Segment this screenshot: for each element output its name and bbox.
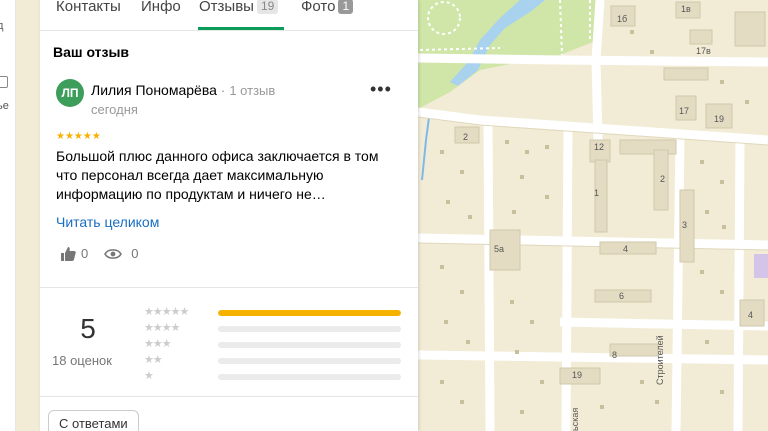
view-count: 0 <box>131 246 139 261</box>
building-number: 1 <box>594 188 599 198</box>
street-label: ьская <box>570 408 580 431</box>
author-name[interactable]: Лилия Пономарёва <box>91 82 217 98</box>
building-number: 1в <box>681 4 691 14</box>
sidebar-fragment-icon <box>0 76 8 88</box>
like-count: 0 <box>81 246 89 261</box>
building-number: 8 <box>612 350 617 360</box>
like-button[interactable]: 0 <box>60 246 88 261</box>
tab-count-badge: 19 <box>256 0 279 14</box>
rating-row-bar <box>218 326 401 332</box>
read-more-link[interactable]: Читать целиком <box>56 214 159 230</box>
rating-score: 5 <box>80 313 96 344</box>
rating-count: 18 оценок <box>52 353 112 368</box>
street-label: Строителей <box>655 335 665 385</box>
app-sidebar-edge: д ье <box>0 0 16 431</box>
reviews-panel: Контакты Инфо Отзывы 19 Фото 1 Ваш отзыв Л… <box>40 0 418 431</box>
tab-label: Инфо <box>141 0 181 15</box>
tab-label: Фото <box>301 0 336 15</box>
rating-row-stars: ★★★ <box>144 338 172 350</box>
building-number: 6 <box>619 291 624 301</box>
more-dots-icon[interactable]: ••• <box>370 80 392 98</box>
building-number: 3 <box>682 220 687 230</box>
rating-row-bar <box>218 358 401 364</box>
tab-label: Отзывы <box>199 0 254 15</box>
tab-bar: Контакты Инфо Отзывы 19 Фото 1 <box>40 0 418 31</box>
separator-dot: · <box>220 82 226 98</box>
rating-row-stars: ★★★★ <box>144 322 180 334</box>
divider <box>40 396 418 397</box>
rating-row-stars: ★ <box>144 370 154 382</box>
tab-count-badge: 1 <box>338 0 354 14</box>
tab-label: Контакты <box>56 0 121 15</box>
map-special-building <box>754 254 768 278</box>
rating-row-fill <box>218 310 401 316</box>
divider <box>40 287 418 288</box>
sidebar-fragment: д <box>0 20 3 32</box>
eye-icon <box>104 248 123 259</box>
building-number: 4 <box>748 310 753 320</box>
review-rating-stars: ★★★★★ <box>56 131 101 142</box>
tab-contacts[interactable]: Контакты <box>56 0 121 17</box>
thumbs-up-icon <box>61 246 76 261</box>
building-number: 17в <box>696 46 711 56</box>
review-author: Лилия Пономарёва · 1 отзыв <box>91 82 275 98</box>
filter-chip-with-replies[interactable]: С ответами <box>48 410 139 431</box>
sidebar-fragment: ье <box>0 100 9 112</box>
avatar-initials: ЛП <box>61 86 79 100</box>
author-review-count: 1 отзыв <box>229 83 276 98</box>
rating-row-stars: ★★ <box>144 354 163 366</box>
rating-row-stars: ★★★★★ <box>144 306 189 318</box>
rating-row-bar <box>218 374 401 380</box>
rating-row-bar <box>218 342 401 348</box>
building-number: 19 <box>572 370 582 380</box>
views: 0 <box>104 246 138 261</box>
building-number: 5а <box>494 244 504 254</box>
building-number: 2 <box>660 174 665 184</box>
section-title: Ваш отзыв <box>53 44 130 60</box>
active-tab-indicator <box>198 27 284 30</box>
rating-row-bar <box>218 310 401 316</box>
tab-reviews[interactable]: Отзывы 19 <box>199 0 279 17</box>
building-number: 12 <box>594 142 604 152</box>
review-text: Большой плюс данного офиса заключается в… <box>56 148 379 202</box>
building-number: 19 <box>714 114 724 124</box>
tab-photos[interactable]: Фото 1 <box>301 0 354 17</box>
building-number: 4 <box>623 244 628 254</box>
building-number: 2 <box>463 132 468 142</box>
avatar[interactable]: ЛП <box>56 79 84 107</box>
review-date: сегодня <box>91 102 138 117</box>
review-reactions: 0 0 <box>60 246 138 261</box>
building-number: 1б <box>617 14 627 24</box>
building-number: 17 <box>679 106 689 116</box>
tab-info[interactable]: Инфо <box>141 0 181 17</box>
